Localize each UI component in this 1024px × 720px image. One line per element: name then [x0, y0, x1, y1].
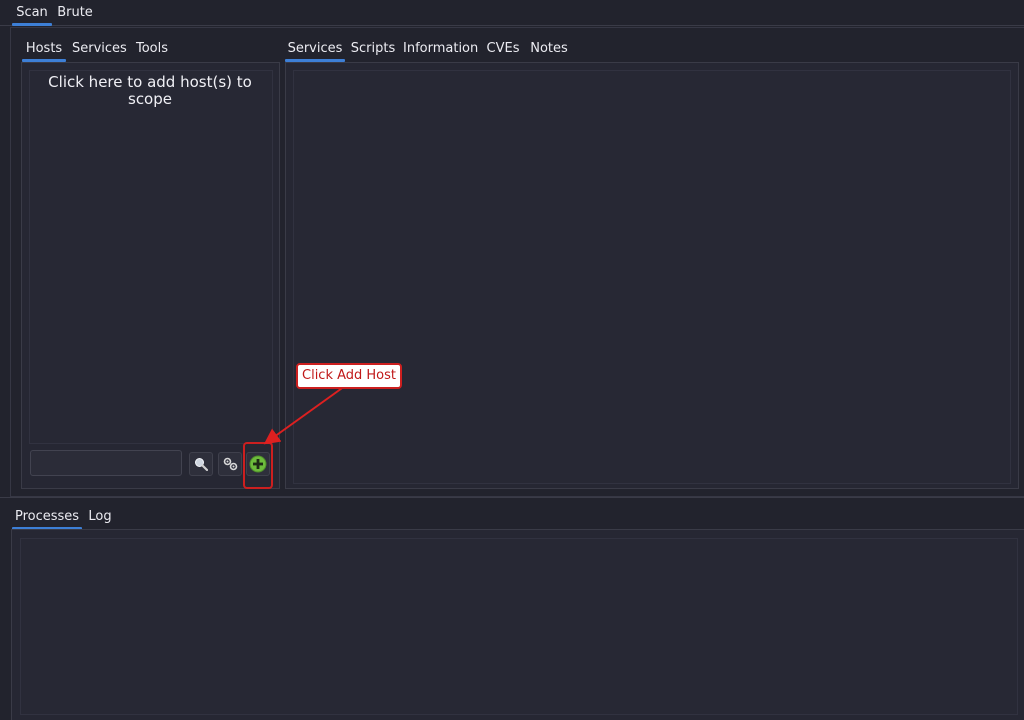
services-table[interactable]: [293, 70, 1011, 484]
hosts-list[interactable]: [29, 70, 273, 444]
tab-services-left[interactable]: Services: [72, 39, 127, 59]
annotation-arrow: [263, 385, 346, 445]
tab-notes[interactable]: Notes: [529, 39, 569, 59]
tab-information[interactable]: Information: [403, 39, 478, 59]
tab-cves[interactable]: CVEs: [485, 39, 521, 59]
tab-hosts[interactable]: Hosts: [22, 39, 66, 62]
tab-scripts[interactable]: Scripts: [350, 39, 396, 59]
search-button[interactable]: [189, 452, 213, 476]
annotation-callout: Click Add Host: [296, 363, 403, 389]
host-filter-input[interactable]: [30, 450, 182, 476]
tab-brute[interactable]: Brute: [56, 3, 94, 23]
processes-table[interactable]: [20, 538, 1018, 715]
tab-processes[interactable]: Processes: [12, 507, 82, 530]
hosts-placeholder[interactable]: Click here to add host(s) to scope: [45, 74, 255, 108]
tab-scan[interactable]: Scan: [12, 3, 52, 26]
gears-icon: [223, 457, 237, 471]
tab-tools[interactable]: Tools: [132, 39, 172, 59]
tab-services-right[interactable]: Services: [285, 39, 345, 62]
magnifier-icon: [195, 458, 208, 471]
tab-log[interactable]: Log: [86, 507, 114, 527]
settings-button[interactable]: [218, 452, 242, 476]
